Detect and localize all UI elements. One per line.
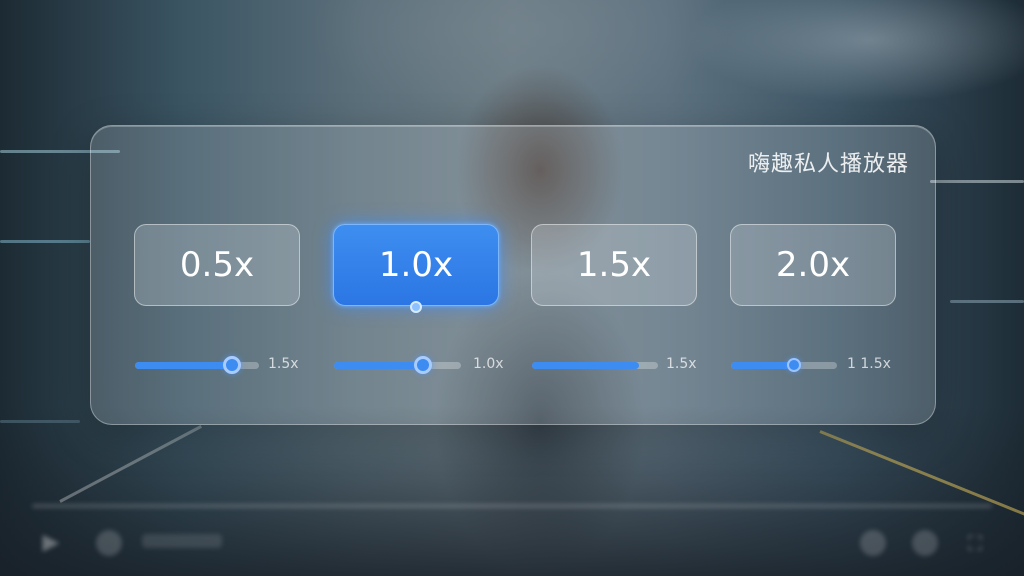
speed-button-0-5x[interactable]: 0.5x [134,224,300,306]
speed-option-1-5x: 1.5x 1.5x [531,224,699,372]
speed-slider[interactable]: 1.5x [532,355,732,375]
speed-button-label: 0.5x [179,245,255,285]
speed-slider[interactable]: 1 1.5x [731,355,931,375]
speed-button-1-5x[interactable]: 1.5x [531,224,697,306]
fullscreen-icon[interactable]: ⛶ [962,530,988,556]
slider-value-label: 1.5x [666,356,697,372]
subtitle-icon[interactable] [912,530,938,556]
light-streak [930,180,1024,183]
active-indicator-dot [410,301,422,313]
slider-value-label: 1.5x [268,356,299,372]
slider-fill [135,362,232,369]
speed-button-1-0x[interactable]: 1.0x [333,224,499,313]
speed-option-2-0x: 2.0x 1 1.5x [730,224,898,372]
slider-thumb[interactable] [787,358,801,372]
video-progress-bar[interactable] [32,504,992,508]
speed-button-label: 2.0x [775,245,851,285]
player-control-bar: ▶ ⛶ [0,486,1024,576]
slider-value-label: 1.0x [473,356,504,372]
speed-button-2-0x[interactable]: 2.0x [730,224,896,306]
play-icon[interactable]: ▶ [38,530,64,556]
slider-value-label: 1 1.5x [847,356,891,372]
speed-option-0-5x: 0.5x 1.5x [134,224,302,374]
volume-icon[interactable] [96,530,122,556]
slider-thumb[interactable] [414,356,432,374]
speed-slider[interactable]: 1.5x [135,355,335,375]
slider-track[interactable] [135,356,259,374]
light-streak [0,240,90,243]
speed-button-label: 1.0x [378,245,454,285]
light-streak [950,300,1024,303]
slider-track[interactable] [731,358,837,372]
panel-title: 嗨趣私人播放器 [747,152,909,177]
slider-fill [334,362,423,369]
slider-track[interactable] [334,356,461,374]
slider-fill [532,362,639,369]
speed-option-1-0x: 1.0x 1.0x [333,224,504,374]
playback-speed-panel: 嗨趣私人播放器 0.5x 1.5x 1.0x 1.0x 1.5x 1.5x 2.… [90,125,936,425]
slider-thumb[interactable] [223,356,241,374]
slider-fill [731,362,794,369]
slider-track[interactable] [532,362,658,369]
speed-button-label: 1.5x [576,245,652,285]
time-display [142,534,222,548]
settings-icon[interactable] [860,530,886,556]
speed-slider[interactable]: 1.0x [334,355,534,375]
